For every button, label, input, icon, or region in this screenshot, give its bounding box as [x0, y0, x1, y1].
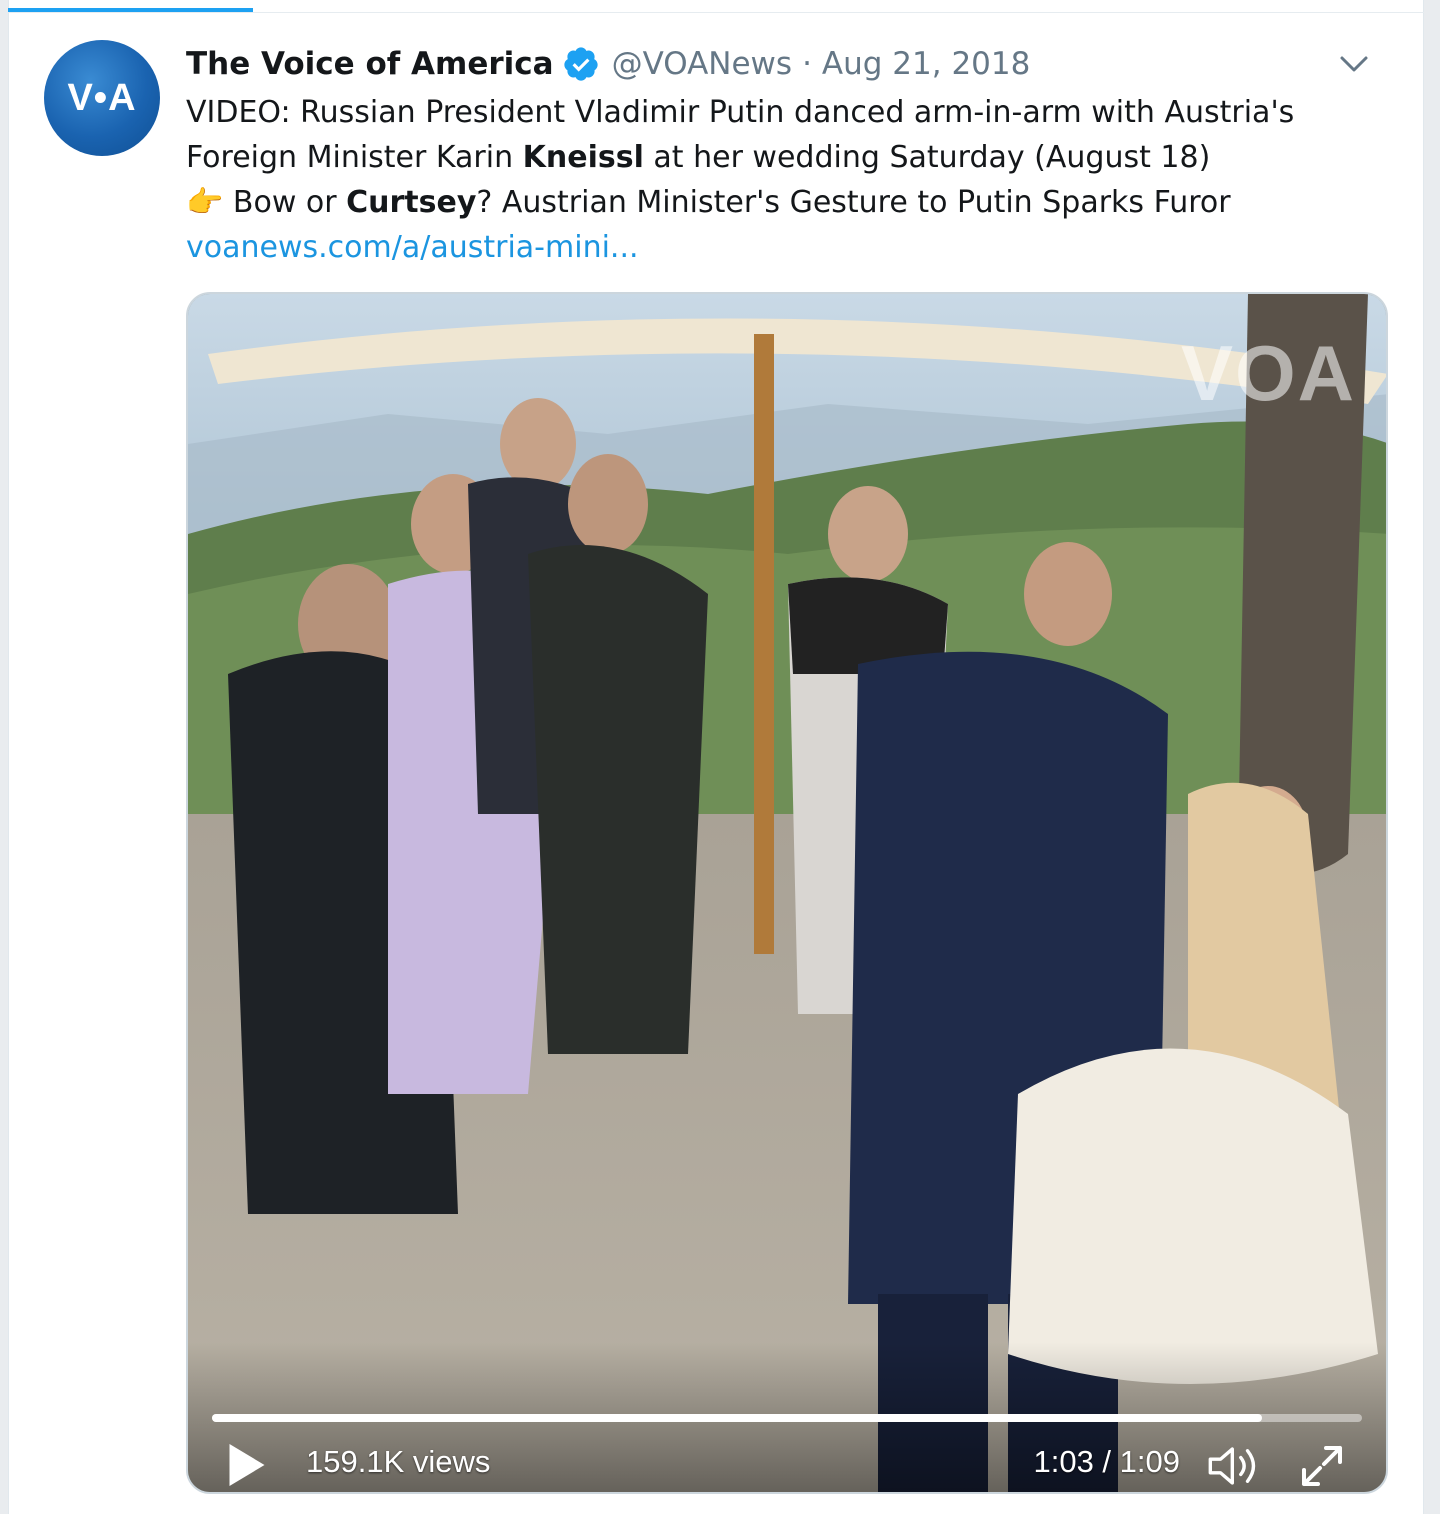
tweet-date[interactable]: Aug 21, 2018	[822, 46, 1030, 82]
voa-watermark: VOA	[1180, 329, 1356, 417]
meta-separator: ·	[802, 46, 812, 82]
text-bold: Kneissl	[522, 140, 644, 175]
pointing-hand-emoji: 👉	[186, 185, 224, 220]
video-player[interactable]: VOA 159.1K views 1:03 / 1:09	[186, 292, 1388, 1494]
video-time: 1:03 / 1:09	[1033, 1444, 1180, 1479]
chevron-down-icon[interactable]	[1336, 46, 1372, 82]
view-count: 159.1K views	[306, 1444, 491, 1479]
play-icon[interactable]	[226, 1442, 268, 1488]
tweet-text: VIDEO: Russian President Vladimir Putin …	[186, 90, 1386, 270]
top-divider	[8, 12, 1424, 13]
tweet-body: The Voice of America @VOANews · Aug 21, …	[186, 38, 1386, 270]
text-span: ? Austrian Minister's Gesture to Putin S…	[476, 185, 1231, 220]
avatar[interactable]: V•A	[44, 40, 160, 156]
verified-badge-icon	[563, 47, 598, 81]
text-span: Bow or	[223, 185, 347, 220]
text-bold: Curtsey	[346, 185, 477, 220]
text-span: Foreign Minister Karin	[186, 140, 523, 175]
video-progress-fill	[212, 1414, 1262, 1422]
text-span: at her wedding Saturday (August 18)	[643, 140, 1211, 175]
tweet-text-line: Foreign Minister Karin Kneissl at her we…	[186, 135, 1386, 180]
display-name[interactable]: The Voice of America	[186, 46, 554, 82]
fullscreen-icon[interactable]	[1298, 1442, 1346, 1490]
video-frame	[188, 294, 1386, 1492]
tweet-text-line: 👉 Bow or Curtsey? Austrian Minister's Ge…	[186, 180, 1386, 225]
volume-icon[interactable]	[1206, 1444, 1262, 1488]
video-controls: 159.1K views 1:03 / 1:09	[188, 1342, 1386, 1492]
handle[interactable]: @VOANews	[612, 46, 793, 82]
video-progress-bar[interactable]	[212, 1414, 1362, 1422]
tweet-header: The Voice of America @VOANews · Aug 21, …	[186, 38, 1386, 90]
article-link[interactable]: voanews.com/a/austria-mini...	[186, 225, 1386, 270]
tweet-text-line: VIDEO: Russian President Vladimir Putin …	[186, 95, 1295, 130]
